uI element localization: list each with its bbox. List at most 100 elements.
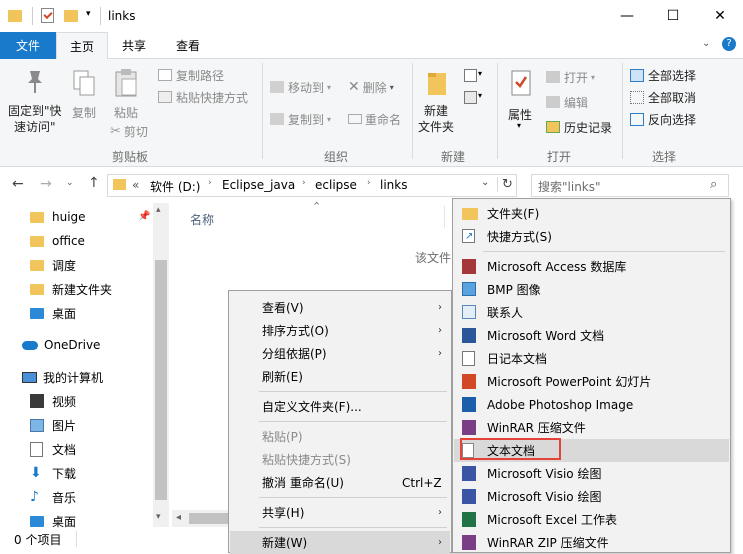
horizontal-scrollbar[interactable]: ◂	[172, 510, 229, 527]
menu-item-group-by[interactable]: 分组依据(P) ›	[230, 342, 450, 365]
submenu-item-journal[interactable]: 日记本文档	[454, 347, 729, 370]
new-folder-button[interactable]: 新建 文件夹	[416, 61, 458, 141]
search-icon[interactable]: ⌕	[710, 177, 717, 192]
properties-button[interactable]: 属性 ▾	[502, 61, 540, 141]
scroll-down-icon[interactable]: ▾	[156, 512, 161, 522]
menu-item-share[interactable]: 共享(H) ›	[230, 501, 450, 524]
menu-separator	[259, 527, 447, 528]
up-arrow-icon[interactable]: ↑	[88, 175, 100, 191]
submenu-item-visio[interactable]: Microsoft Visio 绘图	[454, 462, 729, 485]
help-icon[interactable]: ?	[722, 37, 736, 51]
breadcrumb-overflow[interactable]: «	[132, 178, 139, 192]
submenu-item-shortcut[interactable]: ↗ 快捷方式(S)	[454, 225, 729, 248]
minimize-button[interactable]: —	[604, 0, 650, 32]
edit-button[interactable]: 编辑	[546, 93, 588, 111]
open-button[interactable]: 打开 ▾	[546, 68, 595, 86]
menu-item-undo-rename[interactable]: 撤消 重命名(U) Ctrl+Z	[230, 471, 450, 494]
menu-item-refresh[interactable]: 刷新(E)	[230, 365, 450, 388]
new-folder-quick-icon[interactable]	[64, 10, 78, 22]
scrollbar-thumb[interactable]	[155, 260, 167, 500]
history-button[interactable]: 历史记录	[546, 118, 612, 136]
easy-access-button[interactable]: ▾	[462, 89, 484, 107]
new-folder-label-line2: 文件夹	[418, 120, 455, 134]
menu-item-paste-shortcut: 粘贴快捷方式(S)	[230, 448, 450, 471]
divider	[444, 206, 445, 228]
tab-home[interactable]: 主页	[56, 32, 108, 60]
divider	[76, 531, 77, 547]
menu-separator	[259, 421, 447, 422]
invert-selection-button[interactable]: 反向选择	[630, 110, 696, 128]
video-icon	[30, 394, 44, 408]
copy-path-button[interactable]: 复制路径	[158, 66, 224, 84]
nav-scrollbar[interactable]: ▴ ▾	[153, 203, 169, 527]
menu-item-customize-folder[interactable]: 自定义文件夹(F)...	[230, 395, 450, 418]
submenu-item-photoshop[interactable]: Adobe Photoshop Image	[454, 393, 729, 416]
chevron-right-icon: ›	[438, 537, 442, 548]
breadcrumb-links[interactable]: links	[380, 178, 407, 192]
move-to-label: 移动到	[288, 80, 325, 95]
submenu-item-folder[interactable]: 文件夹(F)	[454, 202, 729, 225]
nav-item-label: office	[52, 234, 85, 248]
cut-label: 剪切	[123, 124, 148, 139]
address-box[interactable]: « 软件 (D:) › Eclipse_java › eclipse › lin…	[107, 174, 517, 197]
move-to-button[interactable]: 移动到 ▾	[270, 77, 331, 97]
nav-item-this-pc[interactable]: 我的计算机	[22, 366, 174, 388]
move-to-icon	[270, 81, 284, 93]
forward-arrow-icon[interactable]: →	[40, 176, 52, 192]
pin-quick-access-button[interactable]: 固定到"快 速访问"	[6, 61, 64, 137]
search-input[interactable]: 搜索"links" ⌕	[531, 174, 729, 197]
submenu-item-word[interactable]: Microsoft Word 文档	[454, 324, 729, 347]
cut-button[interactable]: ✂ 剪切	[110, 122, 148, 140]
submenu-item-contact[interactable]: 联系人	[454, 301, 729, 324]
menu-item-new[interactable]: 新建(W) ›	[230, 531, 450, 554]
menu-item-view[interactable]: 查看(V) ›	[230, 296, 450, 319]
submenu-item-winrar-zip[interactable]: WinRAR ZIP 压缩文件	[454, 531, 729, 554]
menu-item-label: 刷新(E)	[262, 370, 303, 384]
refresh-icon[interactable]: ↻	[497, 177, 513, 192]
breadcrumb-eclipse[interactable]: eclipse	[315, 178, 357, 192]
paste-shortcut-button[interactable]: 粘贴快捷方式	[158, 88, 248, 106]
rename-button[interactable]: 重命名	[348, 109, 401, 129]
properties-quick-icon[interactable]	[41, 8, 54, 23]
tab-view[interactable]: 查看	[160, 32, 216, 59]
recent-chevron-icon[interactable]: ⌄	[66, 178, 74, 188]
delete-label: 删除	[362, 80, 387, 95]
chevron-down-icon[interactable]: ⌄	[481, 177, 489, 188]
pictures-icon	[30, 418, 44, 432]
scroll-left-icon[interactable]: ◂	[176, 512, 181, 523]
menu-separator	[259, 497, 447, 498]
menu-item-sort-by[interactable]: 排序方式(O) ›	[230, 319, 450, 342]
copy-path-label: 复制路径	[176, 68, 225, 83]
chevron-down-icon[interactable]: ▾	[86, 9, 91, 19]
music-icon: ♪	[30, 489, 39, 505]
submenu-item-winrar[interactable]: WinRAR 压缩文件	[454, 416, 729, 439]
close-button[interactable]: ✕	[697, 0, 743, 32]
select-all-button[interactable]: 全部选择	[630, 66, 696, 84]
copy-to-button[interactable]: 复制到 ▾	[270, 109, 331, 129]
copy-button[interactable]: 复制	[68, 61, 102, 121]
submenu-item-access[interactable]: Microsoft Access 数据库	[454, 255, 729, 278]
submenu-item-bmp[interactable]: BMP 图像	[454, 278, 729, 301]
submenu-item-powerpoint[interactable]: Microsoft PowerPoint 幻灯片	[454, 370, 729, 393]
nav-item-label: 调度	[52, 258, 77, 273]
delete-button[interactable]: ✕ 删除 ▾	[348, 77, 394, 97]
folder-icon	[8, 10, 22, 22]
select-none-button[interactable]: 全部取消	[630, 88, 696, 106]
breadcrumb-eclipse-java[interactable]: Eclipse_java	[222, 178, 295, 192]
scroll-up-icon[interactable]: ▴	[156, 205, 161, 215]
new-item-button[interactable]: ▾	[462, 67, 484, 85]
submenu-item-visio-2[interactable]: Microsoft Visio 绘图	[454, 485, 729, 508]
submenu-item-excel[interactable]: Microsoft Excel 工作表	[454, 508, 729, 531]
breadcrumb-drive[interactable]: 软件 (D:)	[150, 178, 200, 195]
paste-button[interactable]: 粘贴	[108, 61, 148, 121]
column-header-name[interactable]: 名称	[190, 211, 214, 228]
tab-share[interactable]: 共享	[110, 32, 158, 59]
scrollbar-thumb[interactable]	[189, 513, 229, 524]
nav-item-onedrive[interactable]: OneDrive	[22, 334, 174, 356]
tab-file[interactable]: 文件	[0, 32, 56, 59]
maximize-button[interactable]: ☐	[650, 0, 696, 32]
chevron-down-icon[interactable]: ⌄	[702, 38, 710, 49]
copy-to-label: 复制到	[288, 112, 325, 127]
open-icon	[546, 71, 560, 83]
back-arrow-icon[interactable]: ←	[12, 176, 24, 192]
